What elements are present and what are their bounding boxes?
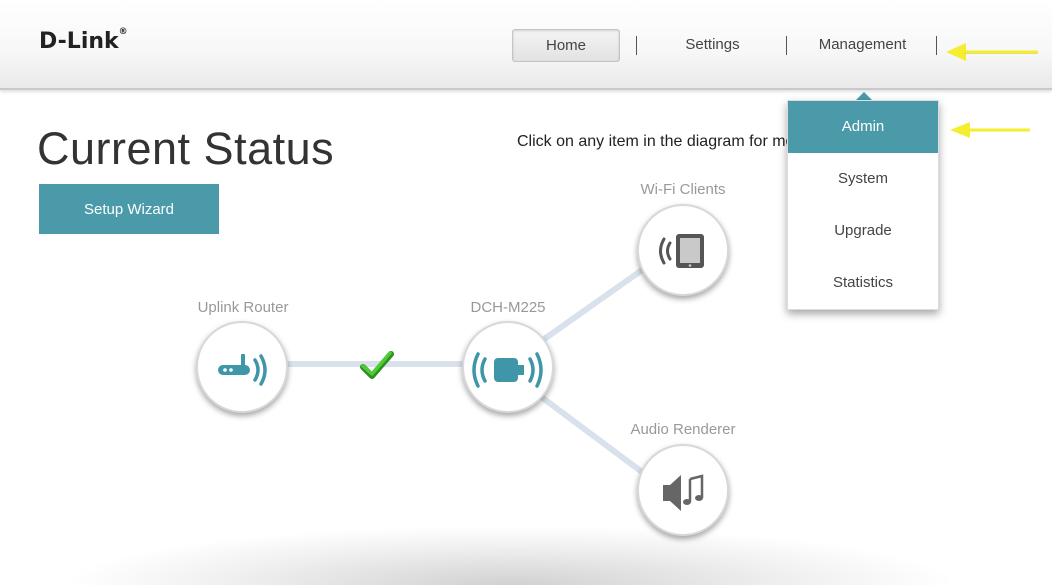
tablet-wifi-icon	[659, 234, 704, 268]
nav-divider	[936, 36, 937, 55]
tab-home[interactable]: Home	[512, 29, 620, 62]
annotation-arrow-admin	[950, 122, 1030, 138]
setup-wizard-button[interactable]: Setup Wizard	[39, 184, 219, 234]
uplink-router-label: Uplink Router	[197, 299, 289, 316]
nav-divider	[636, 36, 637, 55]
menu-item-system[interactable]: System	[788, 153, 938, 205]
menu-item-upgrade[interactable]: Upgrade	[788, 205, 938, 257]
router-icon	[218, 354, 267, 386]
speaker-music-icon	[663, 474, 704, 511]
page-title: Current Status	[37, 123, 335, 174]
menu-item-admin[interactable]: Admin	[788, 101, 938, 153]
device-label: DCH-M225	[470, 299, 546, 316]
wifi-clients-label: Wi-Fi Clients	[640, 181, 726, 198]
audio-renderer-node[interactable]	[637, 444, 729, 536]
header-bar: D-Link® Home Settings Management	[0, 0, 1052, 90]
tab-management[interactable]: Management	[795, 29, 930, 60]
bottom-shadow	[60, 525, 960, 585]
dlink-logo: D-Link®	[39, 27, 128, 54]
audio-renderer-label: Audio Renderer	[630, 421, 736, 438]
checkmark-icon	[360, 351, 394, 379]
annotation-arrow-management	[946, 43, 1038, 61]
device-node[interactable]	[462, 321, 554, 413]
wifi-audio-extender-icon	[472, 352, 543, 388]
management-dropdown: Admin System Upgrade Statistics	[787, 100, 939, 310]
uplink-router-node[interactable]	[196, 321, 288, 413]
menu-item-statistics[interactable]: Statistics	[788, 257, 938, 309]
tab-settings[interactable]: Settings	[650, 29, 775, 60]
wifi-clients-node[interactable]	[637, 204, 729, 296]
diagram-hint-text: Click on any item in the diagram for mor…	[517, 133, 789, 150]
nav-divider	[786, 36, 787, 55]
